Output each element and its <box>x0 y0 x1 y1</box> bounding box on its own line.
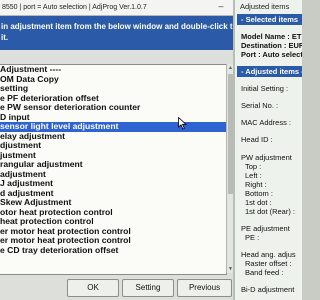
mac-address-label: MAC Address : <box>241 118 292 127</box>
raster-offset-label: Raster offset : <box>245 259 292 268</box>
adjusted-items-panel: Adjusted items - Selected items Model Na… <box>233 0 302 300</box>
head-ang-label: Head ang. adjus <box>241 250 296 259</box>
head-id-label: Head ID : <box>241 135 273 144</box>
pw-1st-dot-label: 1st dot : <box>245 198 272 207</box>
port-label: Port : Auto select <box>241 50 302 59</box>
destination-label: Destination : EUR <box>241 41 302 50</box>
band-feed-label: Band feed : <box>245 268 284 277</box>
pw-bottom-label: Bottom : <box>245 189 273 198</box>
initial-setting-label: Initial Setting : <box>241 84 289 93</box>
ok-button[interactable]: OK <box>67 279 119 297</box>
setting-button[interactable]: Setting <box>122 279 174 297</box>
instruction-line-1: in adjustment item from the below window… <box>1 22 238 31</box>
selected-items-header: - Selected items <box>237 14 302 25</box>
window-titlebar: 8550 | port = Auto selection | AdjProg V… <box>0 0 233 16</box>
instruction-line-2: it. <box>1 33 9 42</box>
previous-button[interactable]: Previous <box>177 279 232 297</box>
adjustment-item-list[interactable]: Adjustment ---- OM Data Copy setting e PF d… <box>0 64 227 275</box>
pw-top-label: Top : <box>245 162 262 171</box>
bi-d-adjustment-label: Bi-D adjustment <box>241 285 295 294</box>
pw-adjustment-label: PW adjustment <box>241 153 292 162</box>
adjustment-program-window: 8550 | port = Auto selection | AdjProg V… <box>0 0 237 300</box>
window-title: 8550 | port = Auto selection | AdjProg V… <box>2 4 147 11</box>
list-item[interactable]: e PW sensor deterioration counter <box>0 102 226 113</box>
mouse-cursor-icon <box>178 117 187 130</box>
side-window-title: Adjusted items <box>240 2 290 11</box>
pw-1st-dot-rear-label: 1st dot (Rear) : <box>245 207 296 216</box>
instruction-banner: in adjustment item from the below window… <box>0 16 237 50</box>
list-item[interactable]: OM Data Copy <box>0 74 226 85</box>
pw-left-label: Left : <box>245 171 262 180</box>
minimize-button[interactable]: – <box>216 0 226 15</box>
adjusted-items-header: - Adjusted items - <box>237 66 302 77</box>
model-name-label: Model Name : ET <box>241 32 302 41</box>
pw-right-label: Right : <box>245 180 267 189</box>
pe-adjustment-label: PE adjustment <box>241 224 290 233</box>
list-item[interactable]: e CD tray deterioration offset <box>0 245 226 256</box>
serial-no-label: Serial No. : <box>241 101 279 110</box>
pe-label: PE : <box>245 233 260 242</box>
